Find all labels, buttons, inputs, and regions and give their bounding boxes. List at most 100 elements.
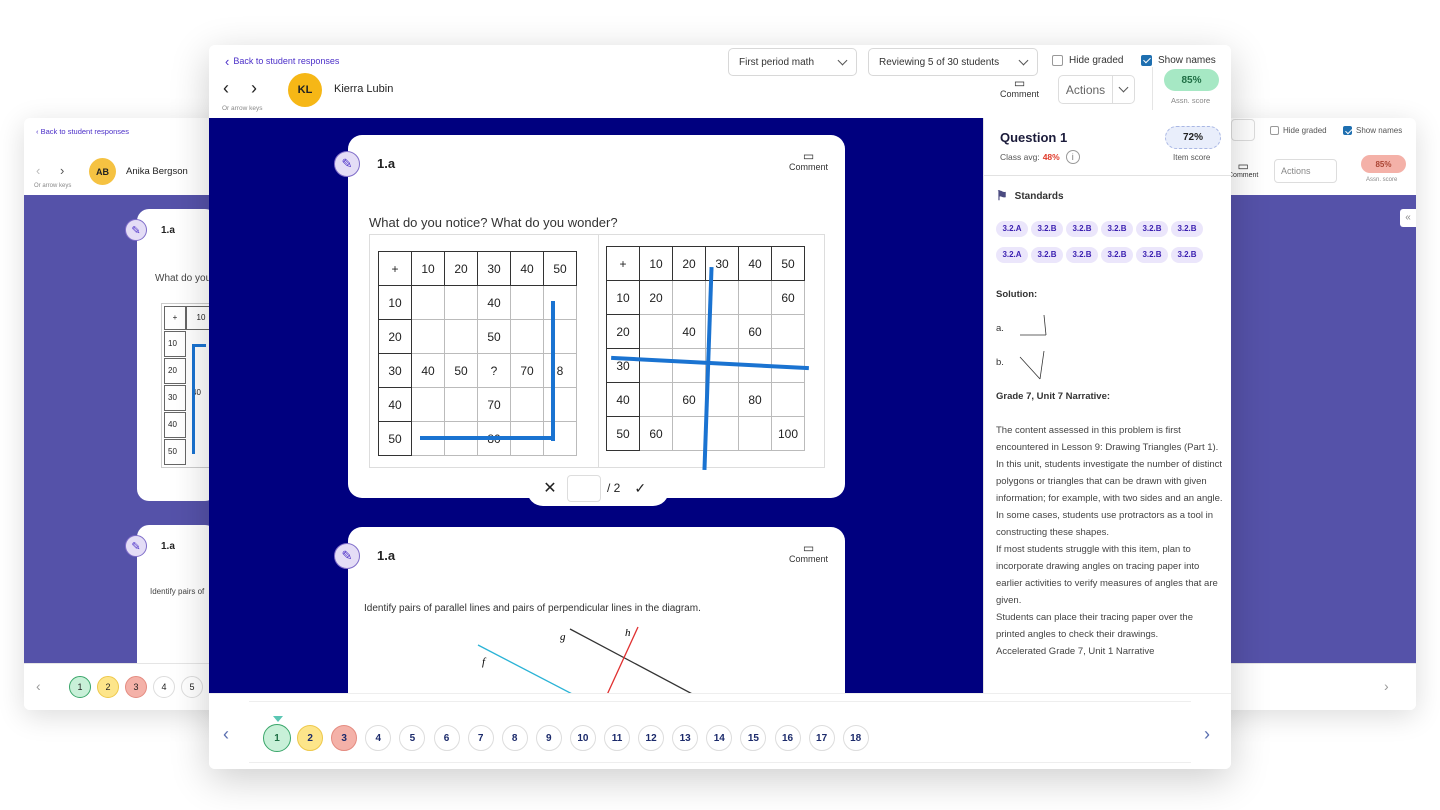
question-9-button[interactable]: 9 [535,725,562,751]
pencil-icon[interactable]: ✎ [334,151,360,177]
question-6-button[interactable]: 6 [433,725,460,751]
table-cell [738,280,772,315]
question-17-button[interactable]: 17 [808,725,835,751]
bg-pencil-icon[interactable]: ✎ [125,219,147,241]
bg-question-2[interactable]: 2 [97,676,119,698]
standard-tag[interactable]: 3.2.A [996,221,1028,237]
bg-arrow-hint: Or arrow keys [34,183,72,189]
show-names-checkbox[interactable] [1141,55,1152,66]
bg-next-icon[interactable]: › [60,163,64,178]
table-cell: 40 [672,314,706,349]
question-18-button[interactable]: 18 [842,725,869,751]
narrative-body: The content assessed in this problem is … [996,422,1224,660]
standard-tag[interactable]: 3.2.B [1171,221,1203,237]
line-h [607,626,639,693]
solution-a-image [1020,314,1047,336]
table-cell [705,382,739,417]
standard-tag[interactable]: 3.2.B [1136,247,1168,263]
question-2-button[interactable]: 2 [297,725,324,751]
standard-tag[interactable]: 3.2.B [1031,247,1063,263]
hide-graded-checkbox[interactable] [1052,55,1063,66]
bg-comment-button[interactable]: ▭ Comment [1228,160,1258,179]
info-icon[interactable]: i [1065,150,1080,164]
table-cell: 40 [411,353,445,388]
comment-button[interactable]: ▭ Comment [789,150,828,172]
hide-graded-toggle[interactable]: Hide graded [1052,55,1123,66]
bg-back-link[interactable]: ‹ Back to student responses [36,127,129,136]
bg-question-3[interactable]: 3 [125,676,147,698]
bg-prev-icon[interactable]: ‹ [36,163,40,178]
next-question-icon[interactable]: › [1204,724,1210,745]
bg-next-question-icon[interactable]: › [1384,678,1389,694]
bg-show-names[interactable]: Show names [1343,126,1402,135]
bg-dropdown[interactable] [1231,119,1255,141]
table-cell: 100 [771,416,805,451]
mark-correct-icon[interactable]: ✓ [634,480,646,497]
question-7-button[interactable]: 7 [467,725,494,751]
bg-card-1: ✎ 1.a What do you + 10 10 20 30 40 50 40 [125,209,221,501]
table-cell [411,319,445,354]
bg-actions-button[interactable]: Actions [1274,159,1337,183]
table-cell: ? [477,353,511,388]
comment-button[interactable]: ▭ Comment [1000,77,1039,99]
question-13-button[interactable]: 13 [672,725,699,751]
standard-tag[interactable]: 3.2.B [1136,221,1168,237]
actions-button[interactable]: Actions [1058,75,1135,104]
bg-hide-graded-checkbox[interactable] [1270,126,1279,135]
bg-actions-label: Actions [1281,166,1311,176]
prev-question-icon[interactable]: ‹ [223,724,229,745]
line-f [477,644,572,693]
table-cell [411,285,445,320]
bg-card2-prompt: Identify pairs of [150,587,205,596]
standard-tag[interactable]: 3.2.B [1101,247,1133,263]
show-names-toggle[interactable]: Show names [1141,55,1216,66]
table-header-cell: 10 [411,251,445,286]
standard-tag[interactable]: 3.2.B [1066,247,1098,263]
line-label-g: g [560,631,566,643]
review-select[interactable]: Reviewing 5 of 30 students [868,48,1038,76]
table-cell [543,319,577,354]
actions-dropdown[interactable] [1112,76,1134,103]
question-16-button[interactable]: 16 [774,725,801,751]
score-input[interactable] [567,474,601,502]
narrative-paragraph: The content assessed in this problem is … [996,425,1219,453]
bg-prev-question-icon[interactable]: ‹ [36,678,41,694]
standards-header: ⚑ Standards [996,188,1064,204]
table-cell: 60 [771,280,805,315]
comment-button[interactable]: ▭ Comment [789,542,828,564]
table-cell: 80 [738,382,772,417]
bg-question-5[interactable]: 5 [181,676,203,698]
bg-collapse-icon[interactable]: « [1400,209,1416,227]
table-header-cell: 40 [738,246,772,281]
standard-tag[interactable]: 3.2.B [1066,221,1098,237]
bg-show-names-checkbox[interactable] [1343,126,1352,135]
table-row-header: 30 [606,348,640,383]
question-12-button[interactable]: 12 [638,725,665,751]
header: ‹ Back to student responses ‹ › Or arrow … [209,45,1231,118]
back-link[interactable]: ‹ Back to student responses [225,55,339,68]
question-11-button[interactable]: 11 [604,725,630,751]
table-cell [411,387,445,422]
class-select[interactable]: First period math [728,48,857,76]
prev-student-icon[interactable]: ‹ [223,79,229,97]
next-student-icon[interactable]: › [251,79,257,97]
bg-question-4[interactable]: 4 [153,676,175,698]
bg-question-1[interactable]: 1 [69,676,91,698]
bg-hide-graded[interactable]: Hide graded [1270,126,1327,135]
table-cell [672,280,706,315]
solution-b-image [1019,350,1045,380]
question-10-button[interactable]: 10 [569,725,596,751]
question-1-button[interactable]: 1 [263,724,291,752]
standard-tag[interactable]: 3.2.B [1171,247,1203,263]
comment-icon: ▭ [802,149,815,163]
bg-table-cell: 10 [164,331,186,357]
standard-tag[interactable]: 3.2.B [1101,221,1133,237]
standard-tag[interactable]: 3.2.A [996,247,1028,263]
standard-tag[interactable]: 3.2.B [1031,221,1063,237]
solution-label: Solution: [996,289,1038,300]
question-3-button[interactable]: 3 [331,725,358,751]
pencil-icon[interactable]: ✎ [334,543,360,569]
bg-pencil-icon[interactable]: ✎ [125,535,147,557]
mark-incorrect-icon[interactable]: ✕ [539,478,561,498]
question-8-button[interactable]: 8 [501,725,528,751]
